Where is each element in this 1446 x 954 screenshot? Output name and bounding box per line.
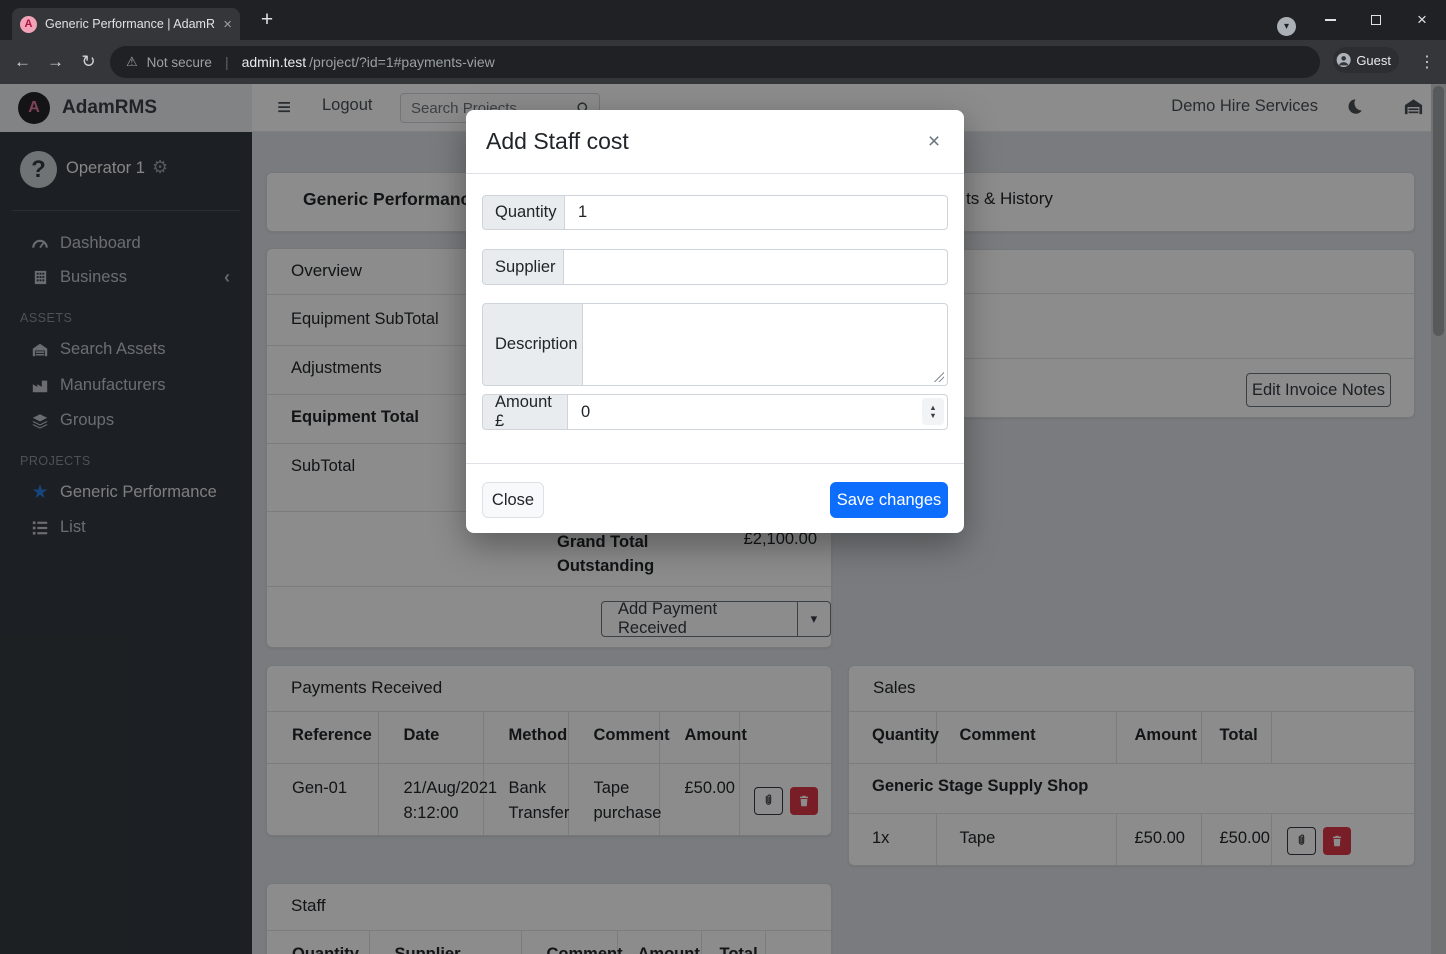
- resize-handle-icon[interactable]: [934, 372, 944, 382]
- quantity-label: Quantity: [482, 195, 565, 230]
- amount-field-group: Amount £ ▲ ▼: [482, 394, 948, 430]
- back-icon[interactable]: ←: [6, 52, 39, 72]
- window-minimize-button[interactable]: [1307, 0, 1353, 40]
- browser-profile-chip[interactable]: Guest: [1333, 47, 1399, 73]
- modal-title: Add Staff cost: [486, 128, 629, 155]
- amount-label: Amount £: [482, 394, 568, 430]
- person-icon: [1336, 50, 1351, 70]
- window-maximize-button[interactable]: [1353, 0, 1399, 40]
- browser-titlebar: A Generic Performance | AdamRMS × + ▾ ×: [0, 0, 1446, 40]
- description-label: Description: [482, 303, 583, 386]
- page: A AdamRMS ? Operator 1 ⚙ Dashboard Busin…: [0, 84, 1446, 954]
- close-button[interactable]: Close: [482, 482, 544, 518]
- description-textarea[interactable]: [583, 303, 948, 386]
- modal-footer: Close Save changes: [466, 463, 964, 533]
- add-staff-cost-modal: Add Staff cost × Quantity Supplier Descr…: [466, 110, 964, 533]
- reload-icon[interactable]: ↻: [72, 52, 105, 72]
- not-secure-warning-icon: ⚠: [126, 54, 138, 70]
- not-secure-label[interactable]: Not secure: [147, 55, 212, 70]
- number-spinner[interactable]: ▲ ▼: [922, 398, 944, 425]
- browser-update-icon[interactable]: ▾: [1277, 17, 1296, 36]
- address-bar[interactable]: ⚠ Not secure | admin.test/project/?id=1#…: [110, 46, 1320, 78]
- browser-window: A Generic Performance | AdamRMS × + ▾ × …: [0, 0, 1446, 954]
- supplier-input[interactable]: [564, 249, 948, 285]
- favicon-adamrms: A: [20, 16, 37, 33]
- window-close-button[interactable]: ×: [1399, 0, 1445, 40]
- spinner-up-icon[interactable]: ▲: [929, 404, 936, 412]
- address-divider: |: [221, 54, 233, 70]
- modal-close-icon[interactable]: ×: [920, 128, 948, 156]
- modal-header: Add Staff cost: [466, 110, 964, 174]
- save-changes-button[interactable]: Save changes: [830, 482, 948, 518]
- quantity-input[interactable]: [565, 195, 948, 230]
- tab-title: Generic Performance | AdamRMS: [45, 17, 215, 31]
- supplier-field-group: Supplier: [482, 249, 948, 285]
- url-path: /project/?id=1#payments-view: [309, 54, 495, 70]
- url-host: admin.test: [242, 54, 307, 70]
- supplier-label: Supplier: [482, 249, 564, 285]
- quantity-field-group: Quantity: [482, 195, 948, 230]
- description-field-group: Description: [482, 303, 948, 386]
- browser-tab[interactable]: A Generic Performance | AdamRMS ×: [12, 8, 240, 40]
- forward-icon[interactable]: →: [39, 52, 72, 72]
- new-tab-button[interactable]: +: [254, 7, 280, 33]
- tab-close-icon[interactable]: ×: [223, 17, 232, 32]
- spinner-down-icon[interactable]: ▼: [929, 412, 936, 420]
- browser-menu-icon[interactable]: ⋮: [1414, 46, 1440, 78]
- amount-input[interactable]: [568, 394, 948, 430]
- profile-name: Guest: [1356, 53, 1391, 68]
